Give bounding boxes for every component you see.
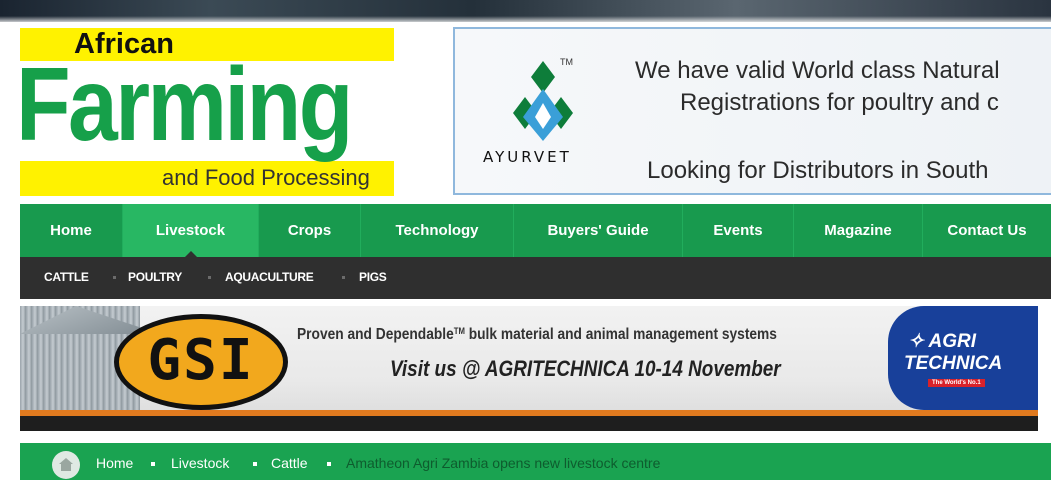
nav-item-technology[interactable]: Technology	[361, 204, 514, 257]
subnav-item-cattle[interactable]: CATTLE	[44, 257, 89, 297]
ayurvet-ad-line-1: We have valid World class Natural	[635, 57, 1000, 84]
ayurvet-logo-icon	[513, 61, 573, 141]
sub-navigation: CATTLE POULTRY AQUACULTURE PIGS	[20, 257, 1051, 299]
ayurvet-ad-line-3: Looking for Distributors in South	[647, 157, 989, 184]
logo-text-food-processing: and Food Processing	[162, 165, 370, 190]
nav-item-buyers-guide[interactable]: Buyers' Guide	[514, 204, 683, 257]
subnav-separator	[208, 276, 211, 279]
home-icon[interactable]	[52, 451, 80, 479]
subnav-item-poultry[interactable]: POULTRY	[128, 257, 182, 297]
subnav-separator	[113, 276, 116, 279]
subnav-item-aquaculture[interactable]: AQUACULTURE	[225, 257, 314, 297]
ayurvet-brand-name: AYURVET	[483, 148, 572, 166]
breadcrumb: Home Livestock Cattle Amatheon Agri Zamb…	[20, 443, 1051, 480]
breadcrumb-home[interactable]: Home	[96, 454, 133, 472]
site-logo[interactable]: African Farming and Food Processing	[16, 28, 394, 196]
agritechnica-badge: The World's No.1	[928, 379, 985, 387]
gsi-logo: GSI	[114, 314, 288, 410]
nav-item-livestock[interactable]: Livestock	[123, 204, 259, 257]
nav-item-home[interactable]: Home	[20, 204, 123, 257]
ayurvet-banner-ad[interactable]: TM AYURVET We have valid World class Nat…	[453, 27, 1051, 195]
subnav-item-pigs[interactable]: PIGS	[359, 257, 387, 297]
gsi-banner-ad[interactable]: GSI Proven and DependableTM bulk materia…	[20, 306, 1038, 431]
gsi-tagline-pre: Proven and Dependable	[297, 326, 454, 343]
agritechnica-line-1: ✧ AGRI	[908, 331, 977, 352]
gsi-tagline-post: bulk material and animal management syst…	[464, 326, 777, 343]
nav-item-magazine[interactable]: Magazine	[794, 204, 923, 257]
main-navigation: Home Livestock Crops Technology Buyers' …	[20, 204, 1051, 257]
agritechnica-line-1-text: AGRI	[928, 331, 977, 352]
breadcrumb-cattle[interactable]: Cattle	[271, 454, 308, 472]
breadcrumb-separator	[327, 462, 331, 466]
subnav-separator	[342, 276, 345, 279]
breadcrumb-separator	[253, 462, 257, 466]
nav-item-contact-us[interactable]: Contact Us	[923, 204, 1051, 257]
gsi-tagline-trademark: TM	[453, 326, 465, 336]
breadcrumb-livestock[interactable]: Livestock	[171, 454, 229, 472]
breadcrumb-separator	[151, 462, 155, 466]
banner-dark-base	[20, 416, 1038, 431]
nav-item-livestock-label: Livestock	[155, 222, 226, 239]
ayurvet-ad-line-2: Registrations for poultry and c	[680, 89, 999, 116]
header-background-fade	[0, 16, 1051, 24]
gsi-visit-text: Visit us @ AGRITECHNICA 10-14 November	[390, 356, 781, 381]
gsi-tagline: Proven and DependableTM bulk material an…	[297, 326, 777, 344]
logo-text-farming: Farming	[16, 47, 353, 163]
nav-item-crops[interactable]: Crops	[259, 204, 361, 257]
agritechnica-line-2: TECHNICA	[904, 353, 1003, 374]
breadcrumb-current-page: Amatheon Agri Zambia opens new livestock…	[346, 455, 661, 471]
nav-item-events[interactable]: Events	[683, 204, 794, 257]
agritechnica-logo: ✧ AGRI TECHNICA The World's No.1	[888, 306, 1038, 410]
ayurvet-trademark: TM	[560, 57, 573, 67]
